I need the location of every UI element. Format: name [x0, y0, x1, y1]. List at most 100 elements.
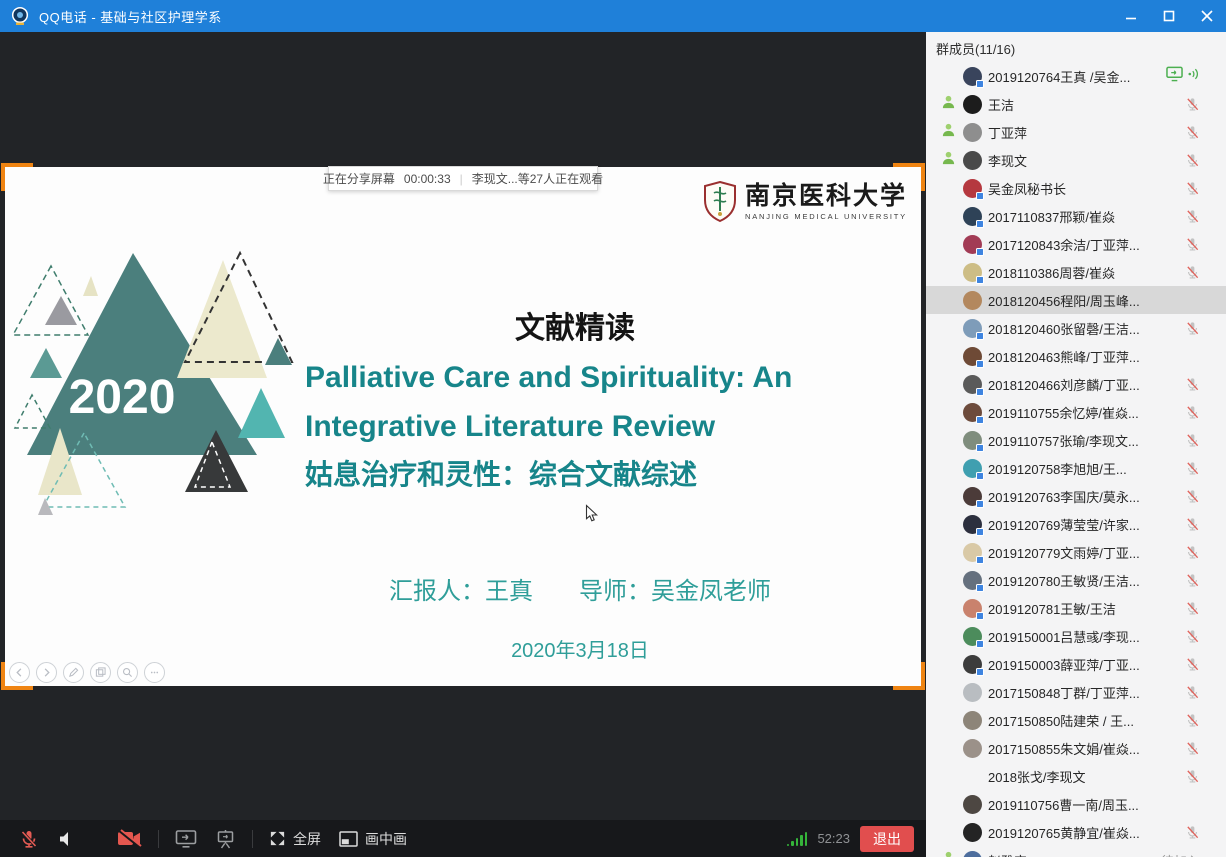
window-title: QQ电话 - 基础与社区护理学系 [39, 7, 222, 26]
pen-tool-button[interactable] [63, 662, 84, 683]
member-name: 2019120763李国庆/莫永... [988, 487, 1185, 506]
university-name-cn: 南京医科大学 [745, 184, 907, 210]
member-list: 2019120764王真 /吴金... 王洁 [926, 62, 1226, 857]
screen-share-button[interactable] [166, 820, 206, 857]
member-name: 2017150848丁群/丁亚萍... [988, 683, 1185, 702]
member-row[interactable]: 2019150003薛亚萍/丁亚... [926, 650, 1226, 678]
slide-title-cn: 文献精读 [305, 303, 845, 347]
pip-label: 画中画 [365, 829, 407, 849]
avatar [963, 795, 982, 814]
member-row[interactable]: 2018120463熊峰/丁亚萍... [926, 342, 1226, 370]
member-name: 2019120758李旭旭/王... [988, 459, 1185, 478]
presenter-row: 汇报人：王真 导师：吴金凤老师 [255, 571, 905, 606]
member-name: 赵雅宜 [988, 851, 1161, 857]
member-row[interactable]: 吴金凤秘书长 [926, 174, 1226, 202]
close-button[interactable] [1188, 0, 1226, 32]
member-row[interactable]: 2019110756曹一南/周玉... [926, 790, 1226, 818]
device-badge [976, 640, 984, 648]
sharing-indicators [1166, 66, 1200, 87]
member-row[interactable]: 2019120780王敏贤/王洁... [926, 566, 1226, 594]
slide-overview-button[interactable] [90, 662, 111, 683]
avatar [963, 151, 982, 170]
member-row[interactable]: 2017150848丁群/丁亚萍... [926, 678, 1226, 706]
avatar [963, 67, 982, 86]
online-person-icon [941, 94, 956, 114]
member-row[interactable]: 2019110757张瑜/李现文... [926, 426, 1226, 454]
member-mic-muted-icon [1185, 153, 1200, 168]
speaker-button[interactable] [48, 820, 86, 857]
member-row[interactable]: 2018120456程阳/周玉峰... [926, 286, 1226, 314]
fullscreen-button[interactable]: 全屏 [260, 820, 330, 857]
minimize-button[interactable] [1112, 0, 1150, 32]
member-mic-muted-icon [1185, 601, 1200, 616]
member-row[interactable]: 2019120781王敏/王洁 [926, 594, 1226, 622]
member-row[interactable]: 2017150850陆建荣 / 王... [926, 706, 1226, 734]
member-row[interactable]: 2019150001吕慧彧/李现... [926, 622, 1226, 650]
qq-call-app-icon [10, 6, 30, 26]
member-row[interactable]: 2018120466刘彦麟/丁亚... [926, 370, 1226, 398]
member-row[interactable]: 2019120763李国庆/莫永... [926, 482, 1226, 510]
zoom-tool-button[interactable] [117, 662, 138, 683]
avatar [963, 375, 982, 394]
member-name: 2018110386周蓉/崔焱 [988, 263, 1185, 282]
pip-button[interactable]: 画中画 [330, 820, 416, 857]
slide-date: 2020年3月18日 [255, 634, 905, 663]
waiting-to-join-label: 待加入 [1161, 851, 1200, 857]
member-row[interactable]: 赵雅宜 待加入 [926, 846, 1226, 857]
signal-strength-icon [787, 831, 808, 846]
mouse-cursor [585, 504, 598, 528]
camera-off-button[interactable] [108, 820, 151, 857]
sharing-duration: 00:00:33 [404, 172, 451, 186]
avatar [963, 459, 982, 478]
advisor-label: 导师：吴金凤老师 [579, 571, 771, 606]
member-row[interactable]: 2018120460张留磬/王洁... [926, 314, 1226, 342]
member-row[interactable]: 2019120758李旭旭/王... [926, 454, 1226, 482]
member-name: 2018120463熊峰/丁亚萍... [988, 347, 1200, 366]
share-region-corner-marker [1, 163, 33, 191]
member-row[interactable]: 丁亚萍 [926, 118, 1226, 146]
exit-call-button[interactable]: 退出 [860, 826, 914, 852]
member-name: 2018120460张留磬/王洁... [988, 319, 1185, 338]
maximize-button[interactable] [1150, 0, 1188, 32]
screen-share-icon [175, 829, 197, 849]
prev-slide-button[interactable] [9, 662, 30, 683]
member-name: 2019120779文雨婷/丁亚... [988, 543, 1185, 562]
avatar [963, 207, 982, 226]
member-row[interactable]: 2017110837邢颖/崔焱 [926, 202, 1226, 230]
member-row[interactable]: 2019110755余忆婷/崔焱... [926, 398, 1226, 426]
member-mic-muted-icon [1185, 657, 1200, 672]
device-badge [976, 248, 984, 256]
university-logo: 南京医科大学 NANJING MEDICAL UNIVERSITY [703, 181, 907, 223]
avatar [963, 235, 982, 254]
member-speaking-icon [1187, 67, 1200, 86]
member-mic-muted-icon [1185, 545, 1200, 560]
member-mic-muted-icon [1185, 433, 1200, 448]
avatar [963, 263, 982, 282]
member-row[interactable]: 2019120764王真 /吴金... [926, 62, 1226, 90]
member-name: 2018120456程阳/周玉峰... [988, 291, 1200, 310]
viewers-text: 李现文...等27人正在观看 [472, 170, 603, 187]
fullscreen-label: 全屏 [293, 829, 321, 849]
member-row[interactable]: 王洁 [926, 90, 1226, 118]
whiteboard-button[interactable] [206, 820, 245, 857]
member-name: 2019110757张瑜/李现文... [988, 431, 1185, 450]
member-mic-muted-icon [1185, 629, 1200, 644]
more-options-button[interactable] [144, 662, 165, 683]
member-row[interactable]: 2019120769薄莹莹/许家... [926, 510, 1226, 538]
presentation-slide: 正在分享屏幕 00:00:33 | 李现文...等27人正在观看 南京医科大学 … [5, 167, 921, 686]
member-row[interactable]: 2017120843余洁/丁亚萍... [926, 230, 1226, 258]
device-badge [976, 472, 984, 480]
member-name: 2017110837邢颖/崔焱 [988, 207, 1185, 226]
mic-muted-button[interactable] [10, 820, 48, 857]
member-mic-muted-icon [1185, 377, 1200, 392]
device-badge [976, 500, 984, 508]
member-row[interactable]: 2017150855朱文娟/崔焱... [926, 734, 1226, 762]
member-row[interactable]: 2018张戈/李现文 [926, 762, 1226, 790]
member-row[interactable]: 2019120765黄静宜/崔焱... [926, 818, 1226, 846]
next-slide-button[interactable] [36, 662, 57, 683]
member-row[interactable]: 李现文 [926, 146, 1226, 174]
member-row[interactable]: 2018110386周蓉/崔焱 [926, 258, 1226, 286]
member-row[interactable]: 2019120779文雨婷/丁亚... [926, 538, 1226, 566]
member-name: 2019150003薛亚萍/丁亚... [988, 655, 1185, 674]
member-mic-muted-icon [1185, 125, 1200, 140]
